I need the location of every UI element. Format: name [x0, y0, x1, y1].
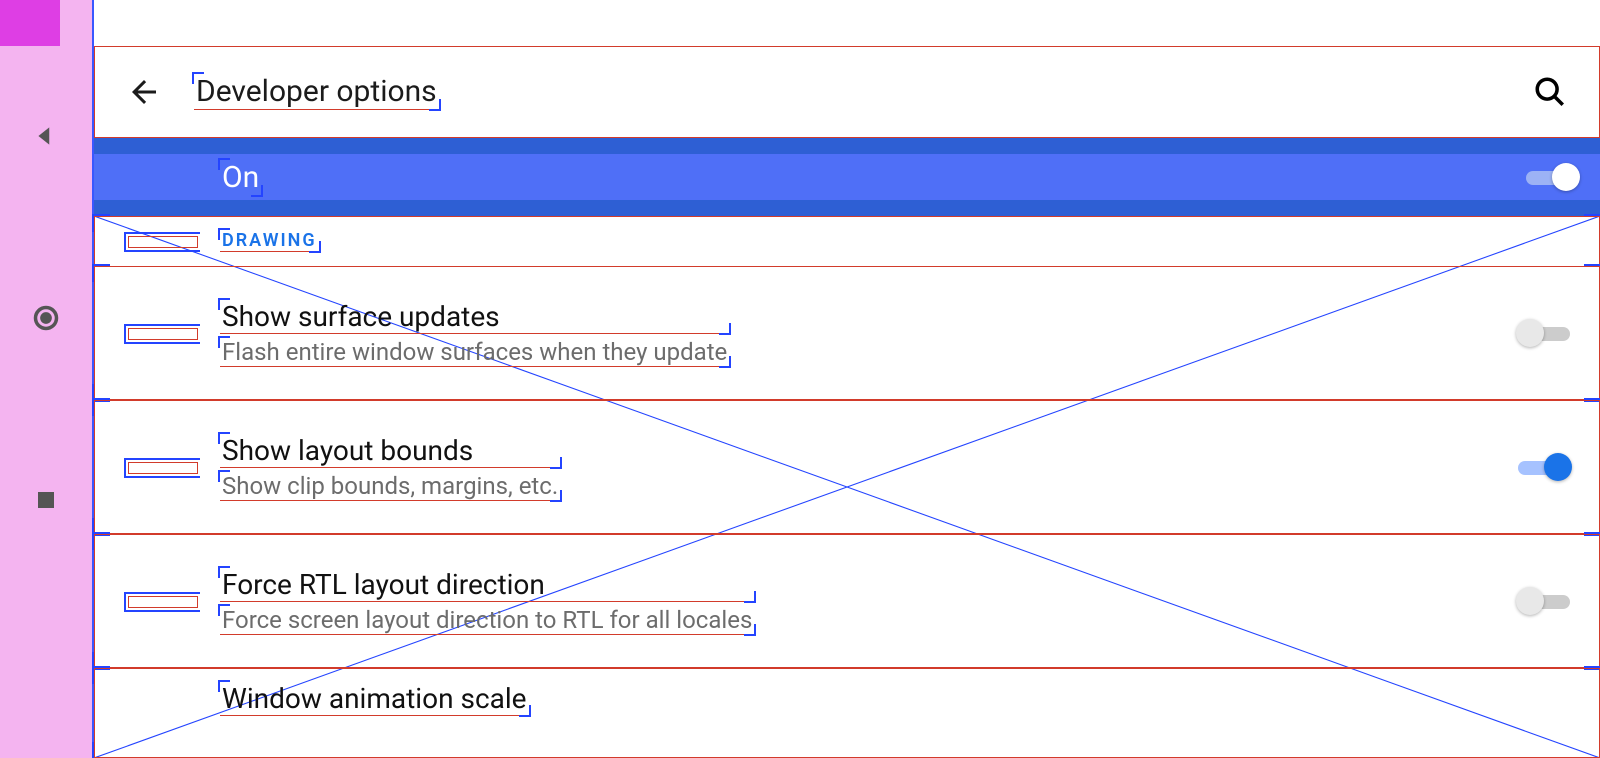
- system-nav-bar: [0, 0, 92, 758]
- setting-row-window-animation-scale[interactable]: Window animation scale: [94, 668, 1600, 758]
- nav-home-button[interactable]: [20, 292, 72, 344]
- master-toggle-bar[interactable]: On: [94, 138, 1600, 216]
- setting-title: Window animation scale: [220, 682, 529, 716]
- master-toggle-switch[interactable]: [1522, 159, 1582, 195]
- page-title: Developer options: [194, 74, 439, 110]
- setting-subtitle: Force screen layout direction to RTL for…: [220, 606, 754, 635]
- master-toggle-label: On: [220, 160, 261, 195]
- toggle-show-layout-bounds[interactable]: [1514, 449, 1574, 485]
- setting-row-show-layout-bounds[interactable]: Show layout bounds Show clip bounds, mar…: [94, 400, 1600, 534]
- toggle-force-rtl[interactable]: [1514, 583, 1574, 619]
- section-header-label: DRAWING: [220, 230, 319, 252]
- setting-title: Show surface updates: [220, 300, 729, 334]
- setting-row-force-rtl[interactable]: Force RTL layout direction Force screen …: [94, 534, 1600, 668]
- settings-list[interactable]: DRAWING Show surface updates Flash entir…: [94, 216, 1600, 758]
- back-button[interactable]: [94, 46, 194, 138]
- setting-title: Force RTL layout direction: [220, 568, 754, 602]
- setting-subtitle: Show clip bounds, margins, etc.: [220, 472, 560, 501]
- nav-accent: [0, 0, 60, 46]
- search-button[interactable]: [1500, 46, 1600, 138]
- nav-recents-button[interactable]: [20, 474, 72, 526]
- settings-screen: Developer options On DRAWING: [92, 0, 1600, 758]
- section-header-drawing: DRAWING: [94, 216, 1600, 266]
- setting-subtitle: Flash entire window surfaces when they u…: [220, 338, 729, 367]
- app-bar: Developer options: [94, 46, 1600, 138]
- setting-title: Show layout bounds: [220, 434, 560, 468]
- setting-row-show-surface-updates[interactable]: Show surface updates Flash entire window…: [94, 266, 1600, 400]
- toggle-show-surface-updates[interactable]: [1514, 315, 1574, 351]
- nav-back-button[interactable]: [20, 110, 72, 162]
